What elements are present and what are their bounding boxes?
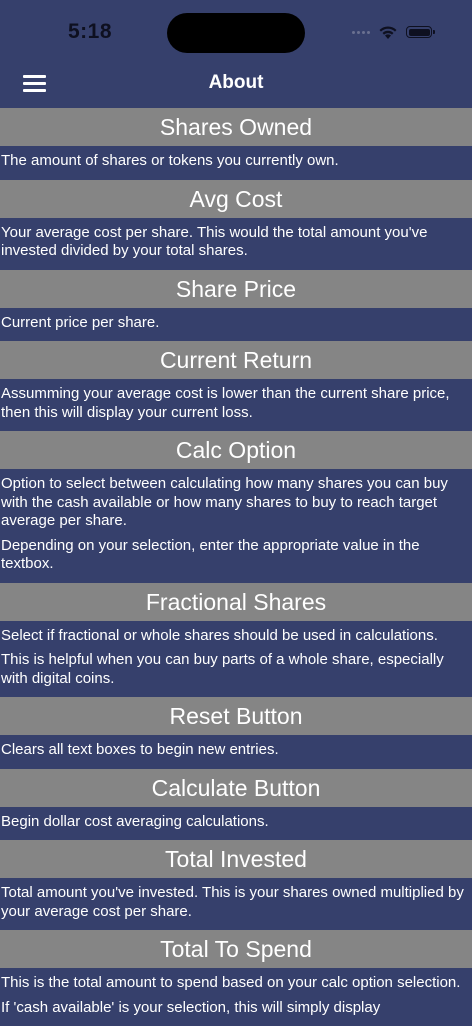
wifi-icon — [379, 25, 397, 39]
battery-icon — [406, 26, 435, 38]
section-description: The amount of shares or tokens you curre… — [1, 152, 339, 169]
section-body: Your average cost per share. This would … — [0, 218, 472, 270]
section-description: This is the total amount to spend based … — [1, 974, 461, 991]
about-section: Total To Spend This is the total amount t… — [0, 930, 472, 1026]
section-header: Avg Cost — [0, 179, 472, 218]
about-section: Shares Owned The amount of shares or toke… — [0, 108, 472, 180]
status-icons — [352, 22, 435, 42]
section-description: Option to select between calculating how… — [1, 475, 448, 529]
section-header: Total To Spend — [0, 930, 472, 968]
about-section: Avg Cost Your average cost per share. Thi… — [0, 179, 472, 270]
about-section: Fractional Shares Select if fractional or… — [0, 582, 472, 698]
section-header: Total Invested — [0, 840, 472, 878]
about-section: Calculate Button Begin dollar cost averag… — [0, 768, 472, 841]
section-header: Share Price — [0, 269, 472, 308]
section-header: Current Return — [0, 341, 472, 379]
section-description: Current price per share. — [1, 313, 160, 331]
section-description: Your average cost per share. This would … — [1, 223, 428, 260]
section-body: Assumming your average cost is lower tha… — [0, 379, 472, 431]
section-body: This is the total amount to spend based … — [0, 968, 472, 1026]
status-time: 5:18 — [68, 20, 113, 43]
about-section: Current Return Assumming your average cos… — [0, 341, 472, 431]
section-body: The amount of shares or tokens you curre… — [0, 146, 472, 180]
section-header: Calc Option — [0, 431, 472, 469]
section-body: Clears all text boxes to begin new entri… — [0, 735, 472, 769]
status-bar: 5:18 — [0, 0, 472, 62]
section-description: Total amount you've invested. This is yo… — [1, 884, 464, 920]
section-header: Shares Owned — [0, 108, 472, 146]
about-section: Total Invested Total amount you've invest… — [0, 840, 472, 930]
section-body: Current price per share. — [0, 308, 472, 342]
page-title: About — [208, 72, 264, 93]
about-content[interactable]: Shares Owned The amount of shares or toke… — [0, 108, 472, 1026]
about-section: Calc Option Option to select between calc… — [0, 431, 472, 583]
section-description: Select if fractional or whole shares sho… — [1, 626, 438, 644]
section-header: Fractional Shares — [0, 582, 472, 621]
section-header: Reset Button — [0, 697, 472, 735]
section-description: This is helpful when you can buy parts o… — [1, 651, 444, 687]
section-body: Begin dollar cost averaging calculations… — [0, 807, 472, 841]
section-body: Select if fractional or whole shares sho… — [0, 621, 472, 698]
section-description: Assumming your average cost is lower tha… — [1, 385, 450, 421]
section-description: If 'cash available' is your selection, t… — [1, 998, 381, 1016]
navigation-bar: About — [0, 62, 472, 108]
section-body: Total amount you've invested. This is yo… — [0, 878, 472, 930]
cellular-signal-icon — [352, 30, 370, 34]
section-body: Option to select between calculating how… — [0, 469, 472, 583]
section-description: Depending on your selection, enter the a… — [1, 536, 420, 573]
section-description: Begin dollar cost averaging calculations… — [1, 812, 269, 830]
about-section: Reset Button Clears all text boxes to beg… — [0, 697, 472, 769]
dynamic-island — [167, 13, 305, 53]
about-section: Share Price Current price per share. — [0, 269, 472, 342]
section-header: Calculate Button — [0, 768, 472, 807]
section-description: Clears all text boxes to begin new entri… — [1, 741, 279, 758]
